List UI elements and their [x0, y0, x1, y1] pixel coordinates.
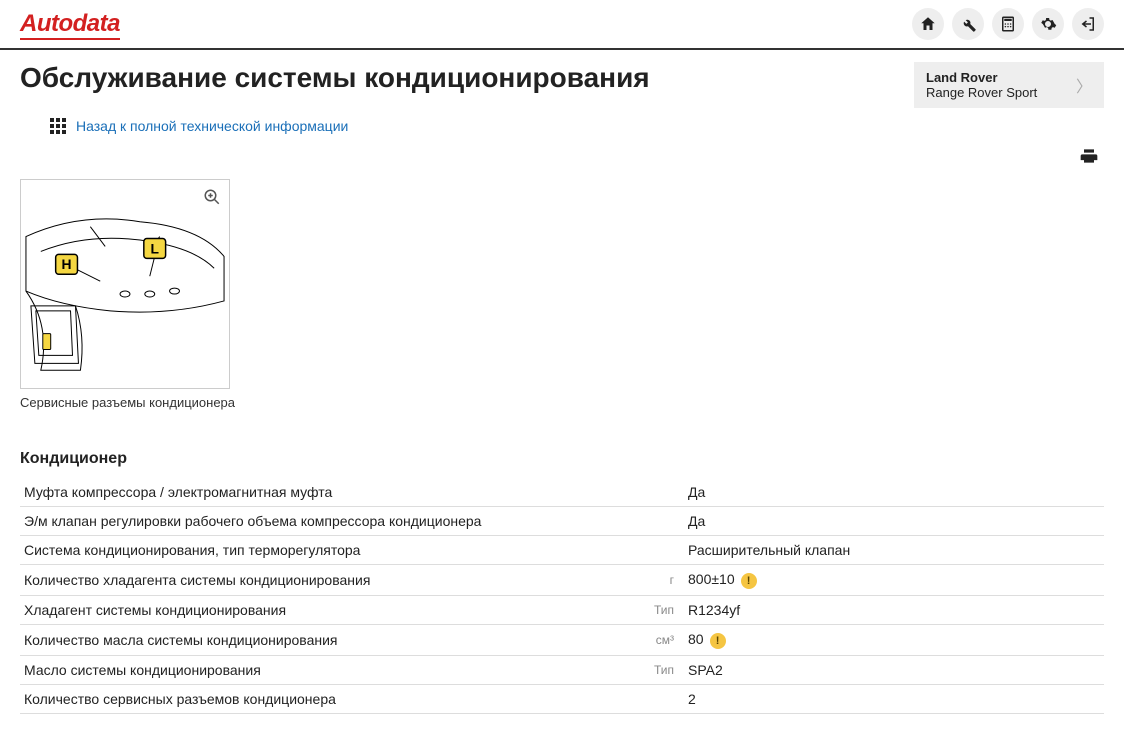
table-row: Муфта компрессора / электромагнитная муф…: [20, 478, 1104, 507]
spec-value: R1234yf: [684, 596, 1104, 625]
table-row: Количество сервисных разъемов кондиционе…: [20, 685, 1104, 714]
spec-label: Э/м клапан регулировки рабочего объема к…: [20, 507, 634, 536]
title-row: Обслуживание системы кондиционирования L…: [20, 62, 1104, 108]
wrench-icon[interactable]: [952, 8, 984, 40]
diagram-label-h: H: [62, 256, 72, 272]
vehicle-selector[interactable]: Land Rover Range Rover Sport 〉: [914, 62, 1104, 108]
diagram-caption: Сервисные разъемы кондиционера: [20, 395, 1104, 410]
spec-unit: Тип: [634, 656, 684, 685]
back-link[interactable]: Назад к полной технической информации: [76, 118, 348, 134]
spec-value: Да: [684, 507, 1104, 536]
warning-icon[interactable]: !: [741, 573, 757, 589]
spec-value: Да: [684, 478, 1104, 507]
vehicle-info: Land Rover Range Rover Sport: [926, 70, 1037, 100]
home-icon[interactable]: [912, 8, 944, 40]
table-row: Масло системы кондиционированияТипSPA2: [20, 656, 1104, 685]
spec-value: Расширительный клапан: [684, 536, 1104, 565]
table-row: Система кондиционирования, тип терморегу…: [20, 536, 1104, 565]
brand-logo[interactable]: Autodata: [20, 10, 120, 38]
section-title: Кондиционер: [20, 450, 1104, 468]
app-header: Autodata: [0, 0, 1124, 50]
page-title: Обслуживание системы кондиционирования: [20, 62, 650, 94]
gear-icon[interactable]: [1032, 8, 1064, 40]
spec-value: SPA2: [684, 656, 1104, 685]
warning-icon[interactable]: !: [710, 633, 726, 649]
logout-icon[interactable]: [1072, 8, 1104, 40]
spec-unit: г: [634, 565, 684, 596]
spec-unit: [634, 536, 684, 565]
vehicle-make: Land Rover: [926, 70, 1037, 85]
back-row: Назад к полной технической информации: [50, 118, 1104, 134]
spec-label: Количество сервисных разъемов кондиционе…: [20, 685, 634, 714]
diagram-thumbnail[interactable]: H L: [20, 179, 230, 389]
table-row: Количество хладагента системы кондициони…: [20, 565, 1104, 596]
spec-unit: [634, 478, 684, 507]
spec-value: 2: [684, 685, 1104, 714]
spec-label: Система кондиционирования, тип терморегу…: [20, 536, 634, 565]
spec-unit: [634, 685, 684, 714]
calculator-icon[interactable]: [992, 8, 1024, 40]
spec-label: Хладагент системы кондиционирования: [20, 596, 634, 625]
brand-logo-text: Autodata: [20, 10, 120, 40]
spec-value: 80!: [684, 625, 1104, 656]
table-row: Количество масла системы кондиционирован…: [20, 625, 1104, 656]
spec-value: 800±10!: [684, 565, 1104, 596]
spec-label: Муфта компрессора / электромагнитная муф…: [20, 478, 634, 507]
spec-label: Количество масла системы кондиционирован…: [20, 625, 634, 656]
spec-unit: Тип: [634, 596, 684, 625]
print-icon[interactable]: [1079, 150, 1099, 170]
diagram-svg: H L: [21, 204, 229, 388]
spec-label: Количество хладагента системы кондициони…: [20, 565, 634, 596]
grid-icon[interactable]: [50, 118, 66, 134]
diagram-label-l: L: [150, 240, 159, 256]
table-row: Хладагент системы кондиционированияТипR1…: [20, 596, 1104, 625]
spec-table: Муфта компрессора / электромагнитная муф…: [20, 478, 1104, 714]
table-row: Э/м клапан регулировки рабочего объема к…: [20, 507, 1104, 536]
spec-unit: [634, 507, 684, 536]
spec-label: Масло системы кондиционирования: [20, 656, 634, 685]
chevron-right-icon: 〉: [1076, 73, 1092, 97]
main-content: Обслуживание системы кондиционирования L…: [0, 50, 1124, 734]
print-row: [20, 146, 1104, 171]
vehicle-model: Range Rover Sport: [926, 85, 1037, 100]
toolbar: [912, 8, 1104, 40]
spec-unit: см³: [634, 625, 684, 656]
